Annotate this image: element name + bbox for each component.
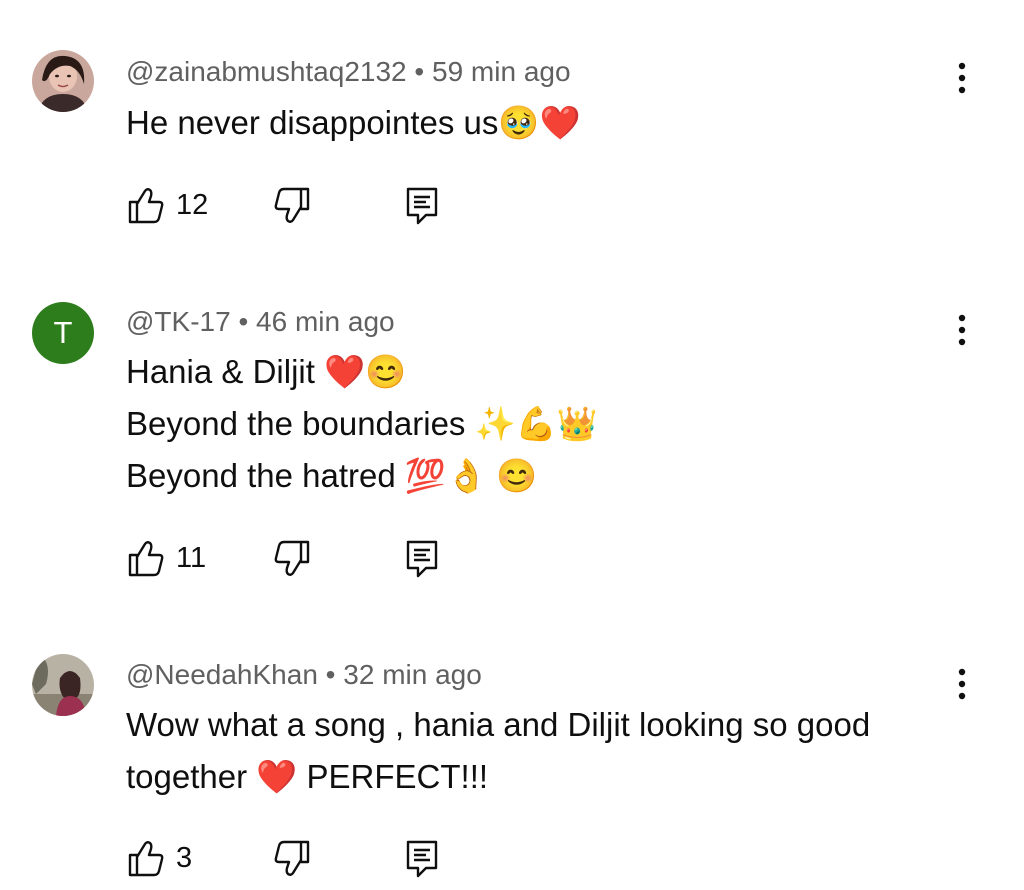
comment-time[interactable]: 32 min ago [343,659,482,690]
reply-button[interactable] [404,838,440,878]
comment-text: Wow what a song , hania and Diljit looki… [126,699,870,803]
comment-line: Wow what a song , hania and Diljit looki… [126,706,871,743]
like-count: 3 [176,841,193,874]
comment-actions: 3 [126,838,526,884]
like-button[interactable]: 3 [126,838,192,878]
comment: @NeedahKhan • 32 min ago Wow what a song… [0,0,1024,890]
thumb-down-icon [274,840,310,876]
comment-line: together ❤️ PERFECT!!! [126,758,489,795]
dislike-button[interactable] [272,838,312,878]
comment-meta: @NeedahKhan • 32 min ago [126,658,482,692]
thumb-up-icon [128,841,164,877]
avatar[interactable] [32,654,94,716]
reply-icon [406,840,438,878]
comment-author[interactable]: @NeedahKhan [126,659,318,690]
meta-separator: • [317,659,344,690]
more-vert-icon[interactable] [950,664,974,704]
